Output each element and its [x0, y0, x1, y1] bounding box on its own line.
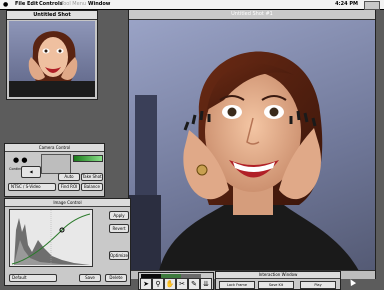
interaction-window: Interaction Window Lock Frame Save Kit P… — [215, 271, 341, 290]
balance-button[interactable]: Balance — [81, 183, 103, 191]
image-control-title: Image Control — [5, 199, 130, 207]
tool-palette: ➤ ⚲ ✋ ✂ ✎ ⇊ — [138, 272, 214, 290]
save-button[interactable]: Save — [79, 274, 101, 282]
apply-button[interactable]: Apply — [109, 211, 129, 220]
portrait-photo — [129, 51, 359, 271]
menubar-clock: 4:24 PM — [335, 1, 358, 7]
source-arrow-button[interactable]: ◀ — [21, 166, 41, 178]
preset-dropdown[interactable]: Default — [9, 274, 57, 282]
thumbnail-window: Untitled Shot — [6, 10, 98, 100]
thumbnail-photo — [9, 31, 95, 97]
menu-tool[interactable]: Tool Menu — [61, 0, 86, 9]
image-control-window: Image Control Apply Revert Optimize Defa… — [4, 198, 131, 286]
camera-dots-icon: ● ● — [13, 156, 28, 164]
histogram-curve-graph[interactable] — [9, 209, 93, 267]
menu-file[interactable]: File — [15, 0, 25, 9]
menu-edit[interactable]: Edit — [27, 0, 38, 9]
interaction-window-title: Interaction Window — [216, 272, 340, 279]
find-roi-button[interactable]: Find ROI — [58, 183, 80, 191]
application-menu-icon[interactable] — [364, 1, 380, 10]
crop-icon[interactable]: ✂ — [176, 278, 188, 290]
apple-menu-icon[interactable]: ● — [3, 0, 8, 9]
lock-frame-button[interactable]: Lock Frame — [219, 281, 255, 289]
window-title: Untitled Shot #1 — [129, 10, 375, 20]
eyedropper-icon[interactable]: ⇊ — [200, 278, 212, 290]
image-window: Untitled Shot #1 — [128, 10, 376, 279]
menu-controls[interactable]: Controls — [39, 0, 63, 9]
video-source-dropdown[interactable]: NTSC / S-Video — [8, 183, 56, 191]
revert-button[interactable]: Revert — [109, 224, 129, 233]
auto-button[interactable]: Auto — [58, 173, 80, 181]
camera-control-title: Camera Control — [5, 144, 104, 152]
delete-button[interactable]: Delete — [105, 274, 127, 282]
take-shot-button[interactable]: Take Shot — [81, 173, 103, 181]
camera-preview-box — [41, 154, 71, 174]
photo-viewport[interactable] — [129, 20, 375, 271]
signal-level-meter — [73, 155, 103, 162]
thumbnail-image[interactable] — [9, 21, 95, 97]
camera-control-window: Camera Control ● ● Continuous Size ◀ Aut… — [4, 143, 105, 197]
hand-icon[interactable]: ✋ — [164, 278, 176, 290]
magnify-icon[interactable]: ⚲ — [152, 278, 164, 290]
pen-icon[interactable]: ✎ — [188, 278, 200, 290]
optimize-button[interactable]: Optimize — [109, 251, 129, 260]
histogram-svg — [11, 210, 91, 266]
menu-window[interactable]: Window — [88, 0, 110, 9]
menu-bar: ● File Edit Controls Tool Menu Window 4:… — [0, 0, 384, 10]
play-button[interactable]: Play — [300, 281, 336, 289]
thumbnail-title: Untitled Shot — [7, 11, 97, 20]
save-kit-button[interactable]: Save Kit — [258, 281, 294, 289]
arrow-icon[interactable]: ➤ — [140, 278, 152, 290]
